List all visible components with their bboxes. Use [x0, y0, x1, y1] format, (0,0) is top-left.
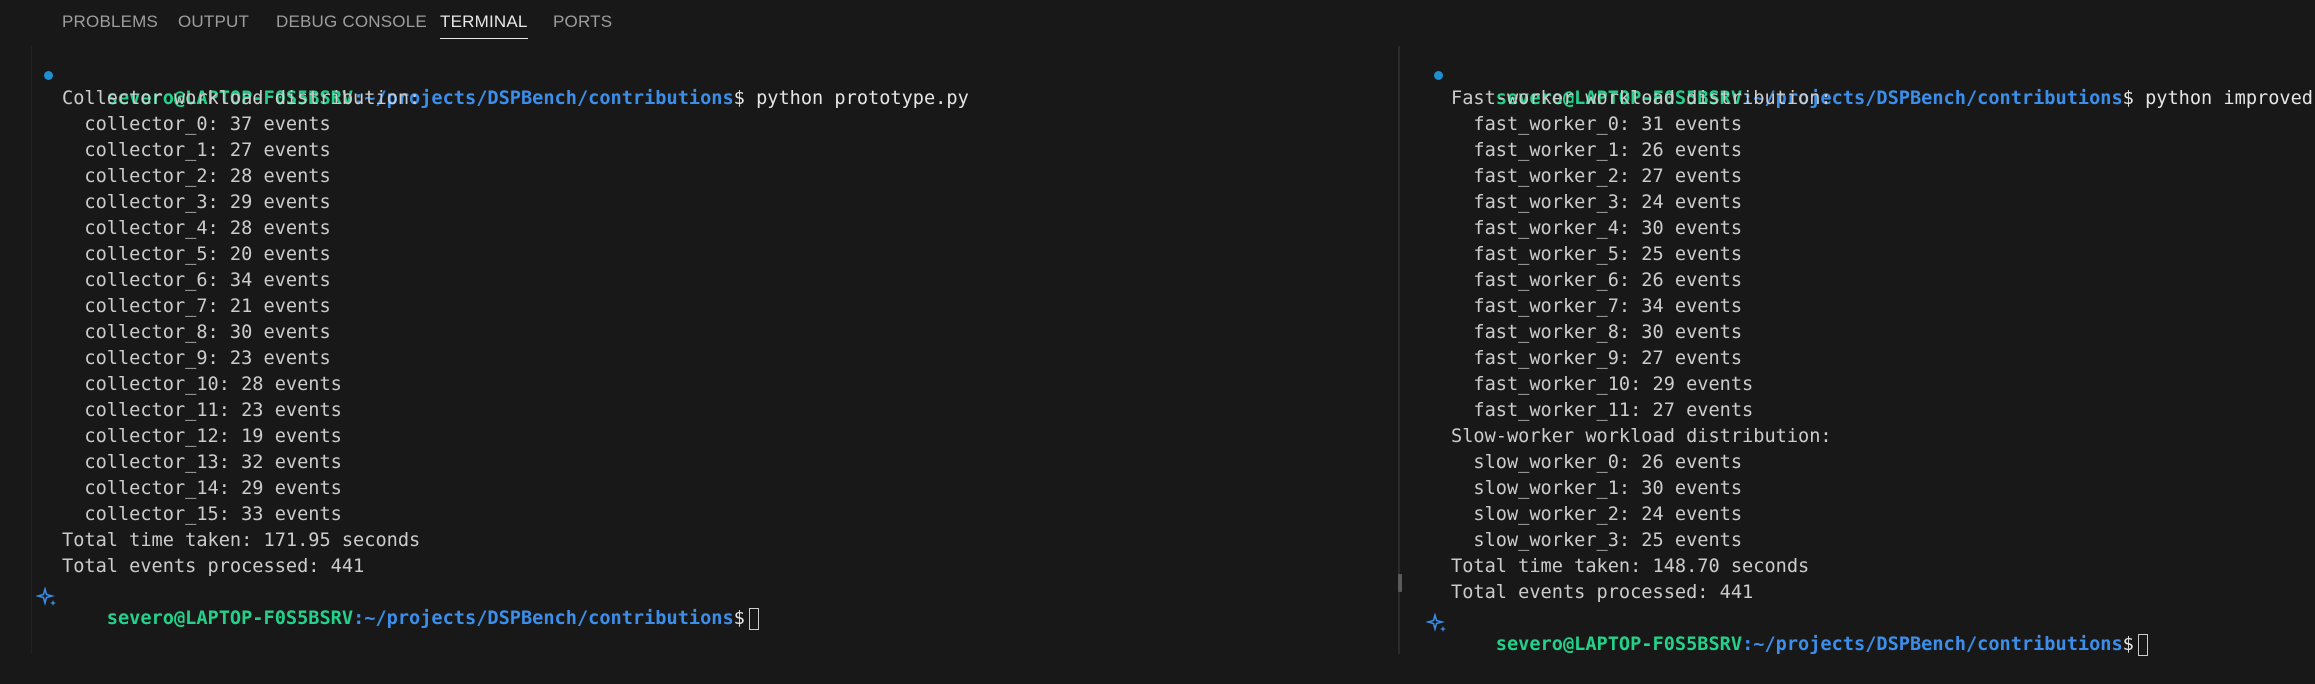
output-line: fast_worker_6: 26 events	[1451, 270, 1743, 291]
output-line: Total events processed: 441	[1451, 582, 1754, 603]
prompt-symbol: $	[2122, 88, 2134, 109]
output-line: collector_0: 37 events	[62, 114, 331, 135]
output-line: fast_worker_4: 30 events	[1451, 218, 1743, 239]
output-line: collector_7: 21 events	[62, 296, 331, 317]
output-line: fast_worker_11: 27 events	[1451, 400, 1754, 421]
prompt-symbol: $	[2122, 634, 2134, 655]
prompt-symbol: $	[733, 608, 745, 629]
output-line: fast_worker_1: 26 events	[1451, 140, 1743, 161]
output-line: collector_5: 20 events	[62, 244, 331, 265]
terminal-cursor	[748, 607, 759, 630]
output-line: collector_4: 28 events	[62, 218, 331, 239]
output-line: Total time taken: 171.95 seconds	[62, 530, 421, 551]
command-line: severo@LAPTOP-F0S5BSRV:~/projects/DSPBen…	[62, 60, 969, 109]
output-line: fast_worker_9: 27 events	[1451, 348, 1743, 369]
output-line: collector_13: 32 events	[62, 452, 342, 473]
output-line: collector_3: 29 events	[62, 192, 331, 213]
output-line: Fast-worker workload distribution:	[1451, 88, 1832, 109]
output-line: collector_14: 29 events	[62, 478, 342, 499]
tab-output[interactable]: OUTPUT	[178, 12, 249, 32]
output-line: Total time taken: 148.70 seconds	[1451, 556, 1810, 577]
prompt-user-host: severo@LAPTOP-F0S5BSRV	[106, 608, 354, 629]
output-line: fast_worker_3: 24 events	[1451, 192, 1743, 213]
command-text: python improved.py	[2145, 88, 2315, 109]
prompt-path: :~/projects/DSPBench/contributions	[1742, 634, 2123, 655]
tab-problems[interactable]: PROBLEMS	[62, 12, 158, 32]
output-line: collector_2: 28 events	[62, 166, 331, 187]
output-line: collector_15: 33 events	[62, 504, 342, 525]
output-line: Total events processed: 441	[62, 556, 365, 577]
panel-tab-bar: PROBLEMS OUTPUT DEBUG CONSOLE TERMINAL P…	[0, 0, 2315, 46]
output-line: fast_worker_7: 34 events	[1451, 296, 1743, 317]
output-line: collector_8: 30 events	[62, 322, 331, 343]
terminal-cursor	[2137, 633, 2148, 656]
output-line: collector_6: 34 events	[62, 270, 331, 291]
output-line: fast_worker_5: 25 events	[1451, 244, 1743, 265]
tab-terminal[interactable]: TERMINAL	[440, 12, 528, 39]
tab-ports[interactable]: PORTS	[553, 12, 612, 32]
output-line: fast_worker_0: 31 events	[1451, 114, 1743, 135]
output-line: fast_worker_2: 27 events	[1451, 166, 1743, 187]
output-line: fast_worker_10: 29 events	[1451, 374, 1754, 395]
output-line: slow_worker_3: 25 events	[1451, 530, 1743, 551]
prompt-user-host: severo@LAPTOP-F0S5BSRV	[1495, 634, 1743, 655]
output-line: collector_12: 19 events	[62, 426, 342, 447]
output-line: Slow-worker workload distribution:	[1451, 426, 1832, 447]
command-success-dot-icon	[44, 71, 53, 80]
output-line: slow_worker_2: 24 events	[1451, 504, 1743, 525]
command-success-dot-icon	[1434, 71, 1443, 80]
output-line: slow_worker_1: 30 events	[1451, 478, 1743, 499]
command-text: python prototype.py	[744, 88, 969, 109]
command-line: severo@LAPTOP-F0S5BSRV:~/projects/DSPBen…	[1451, 60, 2315, 109]
output-line: Collector workload distribution:	[62, 88, 421, 109]
output-line: collector_9: 23 events	[62, 348, 331, 369]
final-prompt-line[interactable]: severo@LAPTOP-F0S5BSRV:~/projects/DSPBen…	[1451, 606, 2148, 656]
output-line: collector_1: 27 events	[62, 140, 331, 161]
output-line: collector_11: 23 events	[62, 400, 342, 421]
terminal-pane-right[interactable]: severo@LAPTOP-F0S5BSRV:~/projects/DSPBen…	[1400, 60, 2315, 656]
prompt-path: :~/projects/DSPBench/contributions	[353, 608, 734, 629]
output-line: fast_worker_8: 30 events	[1451, 322, 1743, 343]
output-line: slow_worker_0: 26 events	[1451, 452, 1743, 473]
prompt-symbol: $	[733, 88, 745, 109]
tab-debug-console[interactable]: DEBUG CONSOLE	[276, 12, 427, 32]
sparkle-icon[interactable]	[1426, 613, 1448, 635]
terminal-pane-left[interactable]: severo@LAPTOP-F0S5BSRV:~/projects/DSPBen…	[0, 60, 1398, 654]
sparkle-icon[interactable]	[36, 587, 58, 609]
output-line: collector_10: 28 events	[62, 374, 342, 395]
final-prompt-line[interactable]: severo@LAPTOP-F0S5BSRV:~/projects/DSPBen…	[62, 580, 759, 630]
